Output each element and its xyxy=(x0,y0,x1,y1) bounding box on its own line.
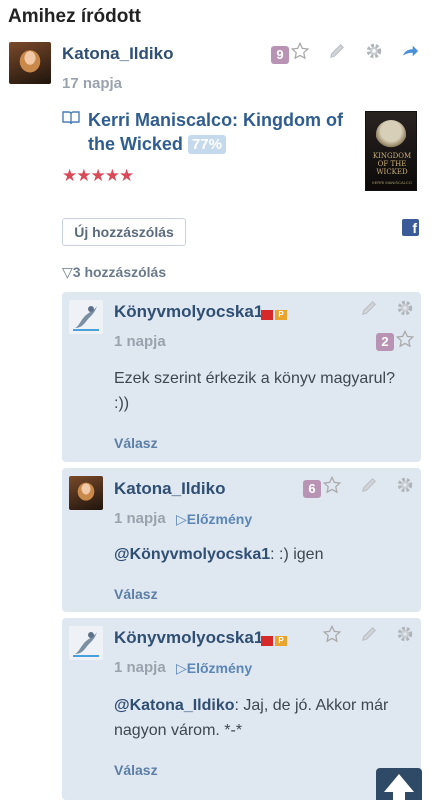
gear-icon[interactable] xyxy=(365,42,383,60)
star-icon[interactable] xyxy=(323,625,341,643)
avatar[interactable] xyxy=(69,626,103,660)
cover-skull-art xyxy=(376,120,406,148)
mention-link[interactable]: @Katona_Ildiko xyxy=(114,697,235,714)
comment-author[interactable]: Katona_Ildiko xyxy=(114,479,225,499)
mention-link[interactable]: @Könyvmolyocska1 xyxy=(114,546,270,563)
rating-stars: ★★★★★ xyxy=(62,166,134,185)
gear-icon[interactable] xyxy=(396,299,414,317)
edit-pencil-icon[interactable] xyxy=(328,42,346,60)
progress-badge: 77% xyxy=(187,135,226,154)
book-title-link[interactable]: Kerri Maniscalco: Kingdom of the Wicked … xyxy=(88,108,358,156)
star-icon[interactable] xyxy=(323,476,341,494)
edit-pencil-icon[interactable] xyxy=(360,476,378,494)
new-comment-button[interactable]: Új hozzászólás xyxy=(62,218,186,246)
comment-text: Ezek szerint érkezik a könyv magyarul? :… xyxy=(114,370,395,412)
section-title: Amihez íródott xyxy=(8,6,141,27)
comment-text: @Katona_Ildiko: Jaj, de jó. Akkor már na… xyxy=(114,693,414,743)
avatar[interactable] xyxy=(9,42,51,84)
comment-card: Katona_Ildiko 6 1 napja ▷Előzmény @Könyv… xyxy=(62,468,421,612)
book-cover[interactable]: KINGDOM OF THE WICKED KERRI MANISCALCO xyxy=(365,111,417,191)
comment-time[interactable]: 1 napja xyxy=(114,659,166,676)
arrow-up-icon xyxy=(384,774,414,800)
cover-author: KERRI MANISCALCO xyxy=(372,180,412,185)
scroll-to-top-button[interactable] xyxy=(376,768,422,800)
post-author[interactable]: Katona_Ildiko xyxy=(62,44,173,64)
comment-author[interactable]: Könyvmolyocska1 xyxy=(114,628,263,648)
previous-link[interactable]: ▷Előzmény xyxy=(176,660,252,677)
comment-card: Könyvmolyocska1 P 1 napja 2 Ezek szerint… xyxy=(62,292,421,462)
book-icon xyxy=(62,111,80,125)
comment-time[interactable]: 1 napja xyxy=(114,333,166,350)
gear-icon[interactable] xyxy=(396,625,414,643)
comments-toggle[interactable]: ▽3 hozzászólás xyxy=(62,264,166,281)
post-time[interactable]: 17 napja xyxy=(62,75,122,92)
reply-button[interactable]: Válasz xyxy=(114,586,158,602)
facebook-share-icon[interactable]: f xyxy=(402,219,419,236)
edit-pencil-icon[interactable] xyxy=(360,625,378,643)
comment-card: Könyvmolyocska1 P 1 napja ▷Előzmény @Kat… xyxy=(62,618,421,800)
reply-button[interactable]: Válasz xyxy=(114,762,158,778)
reply-button[interactable]: Válasz xyxy=(114,435,158,451)
avatar[interactable] xyxy=(69,476,103,510)
like-count-badge: 2 xyxy=(376,333,394,351)
avatar[interactable] xyxy=(69,300,103,334)
previous-link[interactable]: ▷Előzmény xyxy=(176,511,252,528)
premium-badge: P xyxy=(275,636,287,646)
flag-icon xyxy=(261,310,273,320)
flag-icon xyxy=(261,636,273,646)
gear-icon[interactable] xyxy=(396,476,414,494)
like-count-badge: 6 xyxy=(303,480,321,498)
comment-author[interactable]: Könyvmolyocska1 xyxy=(114,302,263,322)
like-count-badge: 9 xyxy=(271,46,289,64)
share-icon[interactable] xyxy=(401,42,419,60)
cover-title: KINGDOM OF THE WICKED xyxy=(372,152,412,176)
premium-badge: P xyxy=(275,310,287,320)
star-icon[interactable] xyxy=(396,330,414,348)
comment-time[interactable]: 1 napja xyxy=(114,510,166,527)
edit-pencil-icon[interactable] xyxy=(360,299,378,317)
comment-body: : :) igen xyxy=(270,546,324,563)
star-icon[interactable] xyxy=(291,42,309,60)
comment-text: @Könyvmolyocska1: :) igen xyxy=(114,542,414,567)
